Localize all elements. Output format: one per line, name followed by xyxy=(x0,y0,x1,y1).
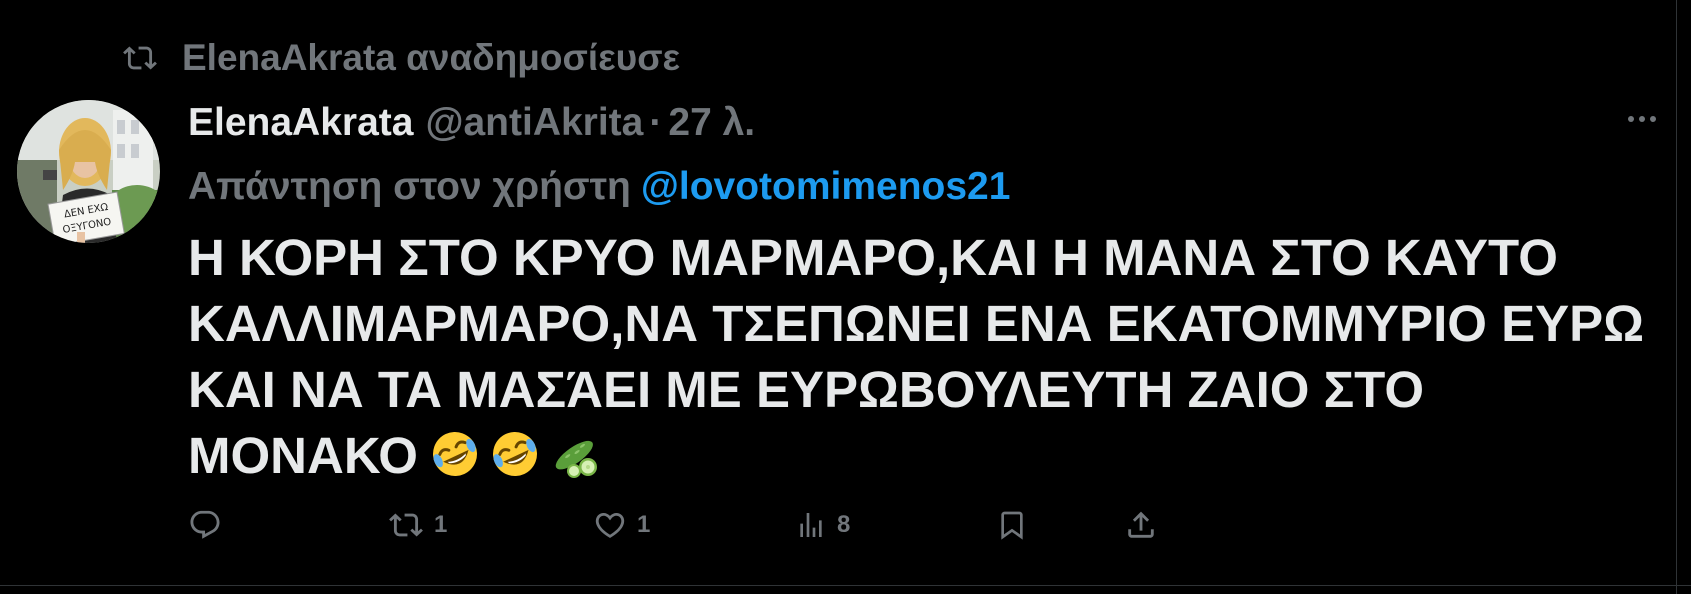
tweet-timestamp[interactable]: 27 λ. xyxy=(668,101,755,145)
header-separator: · xyxy=(649,101,663,144)
repost-button[interactable]: 1 xyxy=(388,505,447,545)
author-display-name[interactable]: ElenaAkrata xyxy=(188,101,413,145)
author-handle[interactable]: @antiAkrita xyxy=(425,101,643,145)
tweet-emojis xyxy=(430,429,602,495)
tweet-text: Η ΚΟΡΗ ΣΤΟ ΚΡΥΟ ΜΑΡΜΑΡΟ,ΚΑΙ Η ΜΑΝΑ ΣΤΟ Κ… xyxy=(188,229,1645,484)
bookmark-icon xyxy=(996,508,1028,542)
like-count: 1 xyxy=(637,511,651,538)
repost-label: ElenaAkrata αναδημοσίευσε xyxy=(182,37,681,78)
share-icon xyxy=(1124,508,1158,542)
views-chart-icon xyxy=(795,508,827,542)
like-button[interactable]: 1 xyxy=(593,505,650,545)
views-button[interactable]: 8 xyxy=(795,505,850,545)
cucumber-emoji xyxy=(550,429,602,495)
repost-action-icon xyxy=(388,508,424,542)
repost-count: 1 xyxy=(434,511,448,538)
rolling-on-floor-laughing-emoji-2 xyxy=(490,429,540,495)
reply-mention-link[interactable]: @lovotomimenos21 xyxy=(641,165,1011,209)
reply-label: Απάντηση στον χρήστη xyxy=(188,165,631,208)
repost-context[interactable]: ElenaAkrata αναδημοσίευσε xyxy=(120,36,680,80)
reply-button[interactable] xyxy=(188,505,232,545)
tweet-divider xyxy=(0,585,1691,586)
tweet-action-bar: 1 1 8 xyxy=(0,505,1691,545)
rolling-on-floor-laughing-emoji-1 xyxy=(430,429,480,495)
tweet-screenshot: ElenaAkrata αναδημοσίευσε ΔΕΝ ΕΧΩ ΟΞΥΓΟΝ… xyxy=(0,0,1691,594)
share-button[interactable] xyxy=(1124,505,1158,545)
views-count: 8 xyxy=(837,511,851,538)
heart-icon xyxy=(593,508,627,542)
reply-icon xyxy=(188,508,222,542)
avatar[interactable]: ΔΕΝ ΕΧΩ ΟΞΥΓΟΝΟ xyxy=(17,100,160,243)
repost-icon xyxy=(120,41,160,75)
more-options-icon[interactable] xyxy=(1622,104,1662,134)
bookmark-button[interactable] xyxy=(996,505,1028,545)
tweet-body: Η ΚΟΡΗ ΣΤΟ ΚΡΥΟ ΜΑΡΜΑΡΟ,ΚΑΙ Η ΜΑΝΑ ΣΤΟ Κ… xyxy=(188,225,1648,495)
reply-context: Απάντηση στον χρήστη @lovotomimenos21 xyxy=(188,162,1010,212)
tweet-header: ElenaAkrata @antiAkrita · 27 λ. xyxy=(188,98,755,148)
